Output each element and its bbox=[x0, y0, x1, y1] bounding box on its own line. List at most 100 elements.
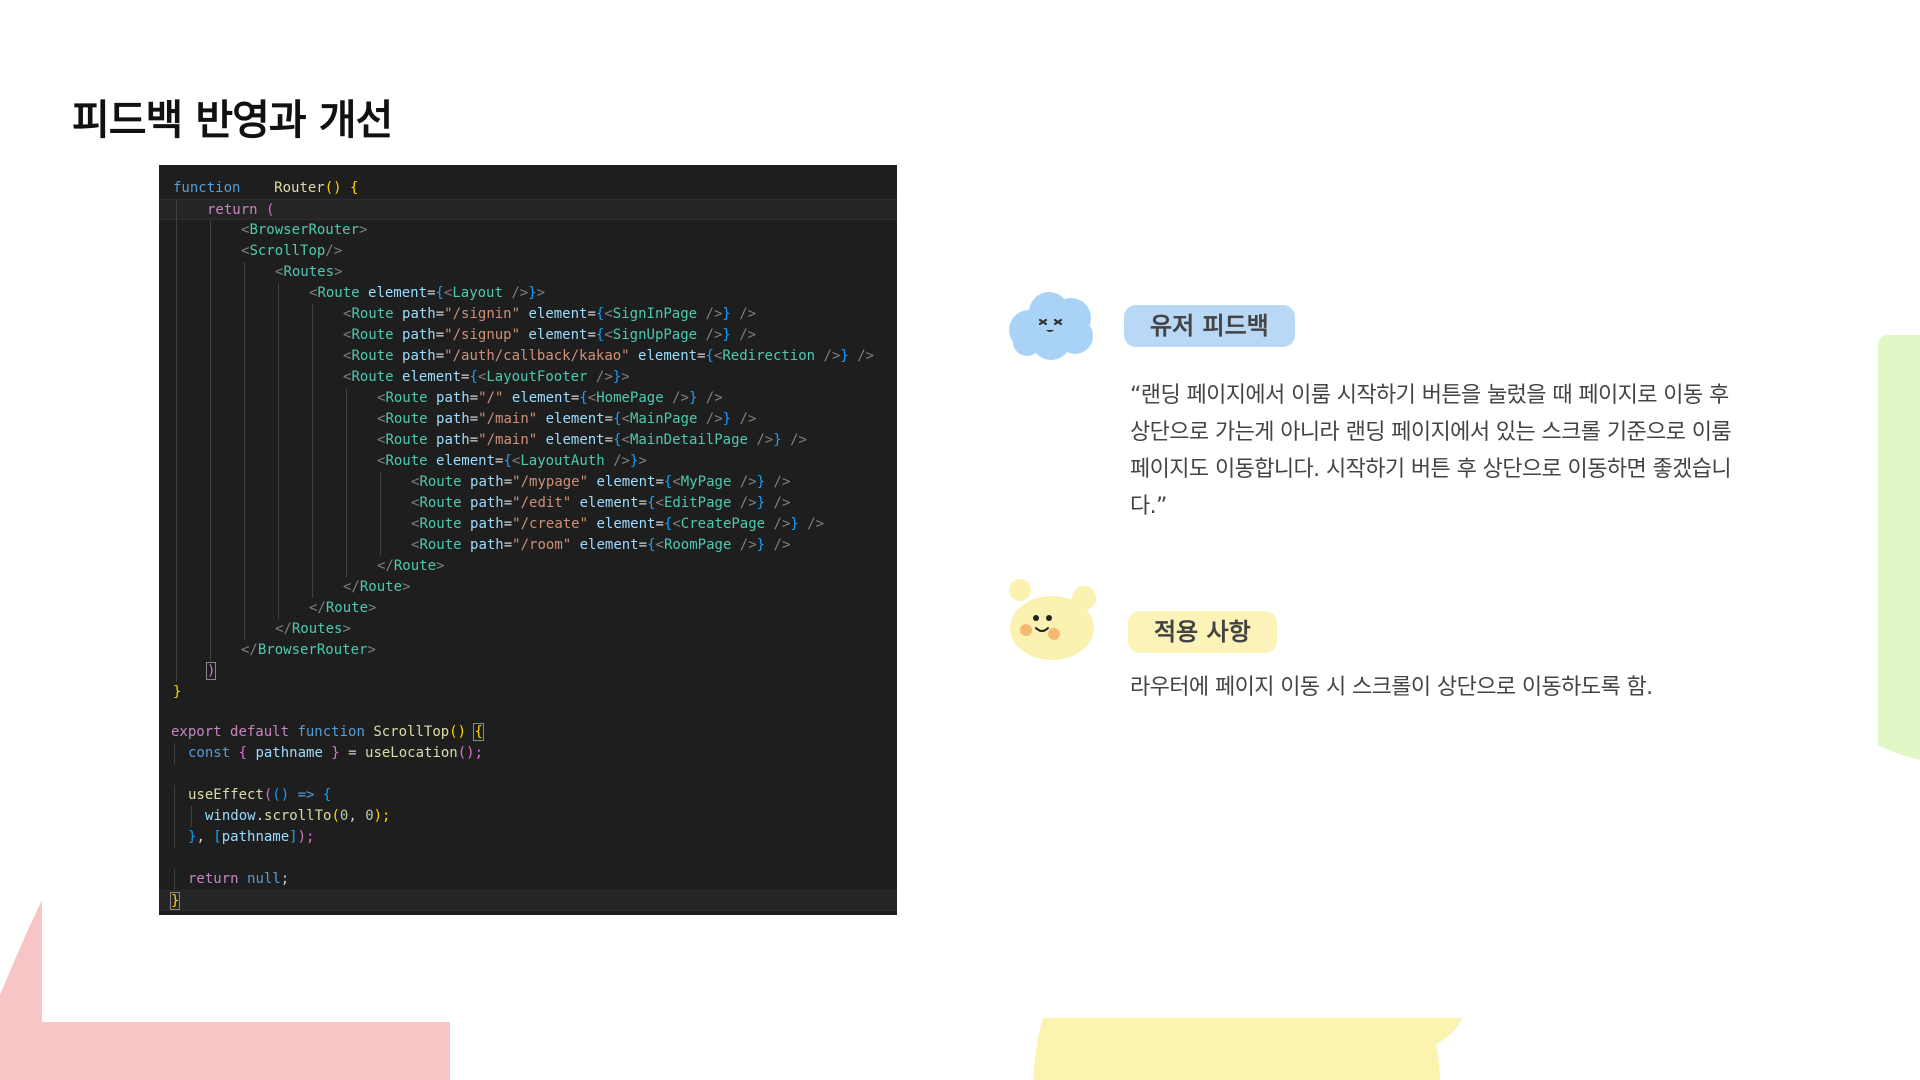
code-token: path bbox=[470, 495, 504, 511]
code-token: [ bbox=[213, 829, 222, 845]
code-token: element bbox=[579, 495, 639, 511]
pink-blob-decoration bbox=[0, 900, 450, 1080]
code-token: > bbox=[367, 642, 376, 658]
code-token: element bbox=[545, 432, 605, 448]
code-token: path bbox=[436, 411, 470, 427]
code-token: > bbox=[359, 222, 368, 238]
code-token: /> bbox=[672, 390, 689, 406]
code-token: } bbox=[722, 306, 740, 322]
router-code-block: function Router() {return (<BrowserRoute… bbox=[159, 178, 897, 703]
code-token: Route bbox=[385, 453, 437, 469]
code-token: { bbox=[613, 432, 622, 448]
code-token: /> bbox=[705, 327, 723, 343]
code-token: /> bbox=[511, 285, 529, 301]
code-screenshot-panel: function Router() {return (<BrowserRoute… bbox=[159, 165, 897, 915]
code-token: CreatePage bbox=[680, 516, 774, 532]
code-token: { bbox=[647, 537, 656, 553]
code-line: <Route path="/signin" element={<SignInPa… bbox=[159, 304, 897, 325]
code-token: /> bbox=[773, 537, 791, 553]
code-token: SignUpPage bbox=[612, 327, 706, 343]
code-line: return null; bbox=[159, 869, 897, 890]
code-token: < bbox=[604, 306, 613, 322]
yellow-blob-decoration bbox=[1033, 1018, 1463, 1080]
code-line: <Route path="/room" element={<RoomPage /… bbox=[159, 535, 897, 556]
code-token: = bbox=[655, 516, 664, 532]
bear-mascot-icon bbox=[1009, 579, 1096, 660]
code-token: /> bbox=[705, 390, 723, 406]
code-token: = bbox=[638, 537, 648, 553]
code-token: = bbox=[469, 432, 479, 448]
code-line: window.scrollTo(0, 0); bbox=[159, 806, 897, 827]
code-token: scrollTo bbox=[264, 808, 332, 824]
code-token: = bbox=[503, 537, 513, 553]
code-token: { bbox=[613, 411, 622, 427]
code-token: = bbox=[587, 306, 596, 322]
scrolltop-code-block: export default function ScrollTop() {con… bbox=[159, 722, 897, 911]
code-token: BrowserRouter bbox=[257, 642, 368, 658]
code-line: <Route path="/signup" element={<SignUpPa… bbox=[159, 325, 897, 346]
code-line: </Route> bbox=[159, 577, 897, 598]
code-token: < bbox=[655, 537, 664, 553]
code-token: { bbox=[322, 787, 332, 803]
code-token: , bbox=[348, 808, 366, 824]
code-token: = bbox=[469, 390, 479, 406]
code-token: > bbox=[621, 369, 630, 385]
code-token: element bbox=[436, 453, 496, 469]
code-token: Router bbox=[274, 180, 325, 196]
code-token: export bbox=[171, 724, 231, 740]
code-token: /> bbox=[739, 306, 757, 322]
code-token: } bbox=[528, 285, 537, 301]
code-token: . bbox=[255, 808, 265, 824]
code-token: "/main" bbox=[478, 432, 546, 448]
applied-text: 라우터에 페이지 이동 시 스크롤이 상단으로 이동하도록 함. bbox=[1130, 675, 1653, 700]
code-line: const { pathname } = useLocation(); bbox=[159, 743, 897, 764]
code-token: = bbox=[503, 516, 513, 532]
code-token: ; bbox=[280, 871, 290, 887]
code-token: HomePage bbox=[596, 390, 673, 406]
code-token: } bbox=[722, 411, 740, 427]
code-token: = bbox=[503, 474, 513, 490]
applied-label-pill: 적용 사항 bbox=[1128, 611, 1277, 653]
code-line: <Routes> bbox=[159, 262, 897, 283]
code-token: </ bbox=[275, 621, 292, 637]
code-line: </Routes> bbox=[159, 619, 897, 640]
code-line: }, [pathname]); bbox=[159, 827, 897, 848]
code-token: /> bbox=[705, 411, 723, 427]
code-token: const bbox=[188, 745, 239, 761]
code-token: /> bbox=[773, 474, 791, 490]
code-token: } bbox=[688, 390, 706, 406]
code-token: "/auth/callback/kakao" bbox=[444, 348, 639, 364]
code-token: element bbox=[596, 516, 656, 532]
code-token: < bbox=[587, 390, 597, 406]
code-token: "/main" bbox=[478, 411, 546, 427]
code-token: function bbox=[173, 180, 241, 196]
code-token: pathname bbox=[255, 745, 332, 761]
code-token: Route bbox=[385, 390, 437, 406]
code-token: </ bbox=[377, 558, 394, 574]
code-token: = bbox=[435, 327, 445, 343]
page-title: 피드백 반영과 개선 bbox=[72, 96, 393, 144]
code-line: <Route path="/create" element={<CreatePa… bbox=[159, 514, 897, 535]
code-token: element bbox=[579, 537, 639, 553]
code-token: /> bbox=[739, 474, 757, 490]
code-token: useLocation bbox=[365, 745, 458, 761]
code-token: element bbox=[368, 285, 428, 301]
code-line: <Route path="/edit" element={<EditPage /… bbox=[159, 493, 897, 514]
code-token: LayoutFooter bbox=[486, 369, 596, 385]
code-token: /> bbox=[756, 432, 774, 448]
code-token: < bbox=[672, 516, 681, 532]
code-token: = bbox=[638, 495, 648, 511]
code-token: = bbox=[604, 432, 614, 448]
code-token: useEffect bbox=[188, 787, 264, 803]
code-token: element bbox=[402, 369, 462, 385]
code-token: "/room" bbox=[512, 537, 580, 553]
code-token: ] bbox=[289, 829, 298, 845]
code-line: </Route> bbox=[159, 556, 897, 577]
code-token: = bbox=[655, 474, 664, 490]
code-token: /> bbox=[773, 516, 791, 532]
code-token: </ bbox=[241, 642, 258, 658]
code-token: = bbox=[348, 745, 366, 761]
code-line: <Route element={<LayoutAuth />}> bbox=[159, 451, 897, 472]
